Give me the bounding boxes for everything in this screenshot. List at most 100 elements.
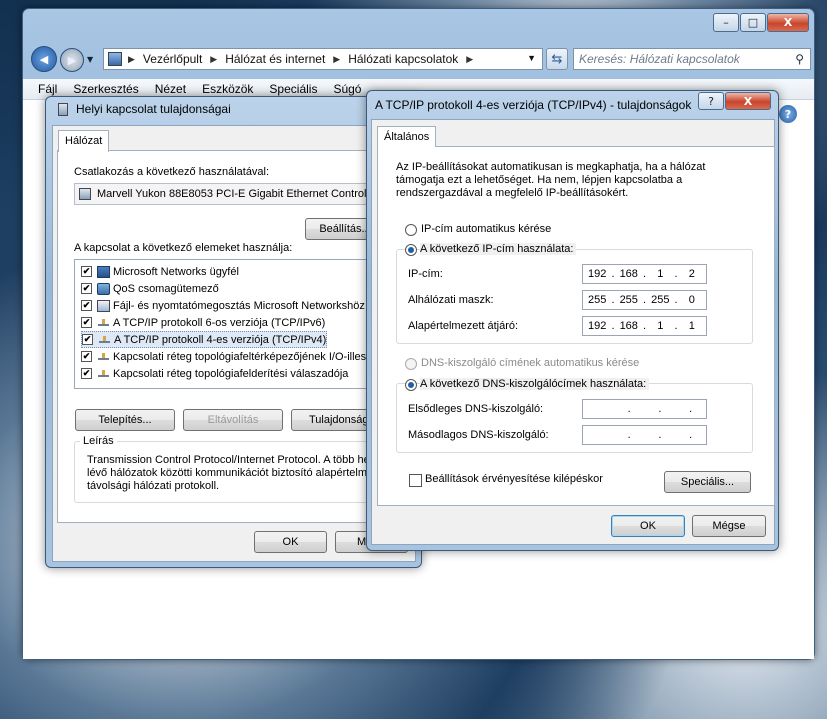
- search-icon[interactable]: ⚲: [795, 52, 804, 66]
- close-button[interactable]: X: [767, 13, 809, 32]
- intro-line: rendszergazdával a megfelelő IP-beállítá…: [396, 187, 629, 199]
- breadcrumb-separator-icon: ▶: [128, 53, 135, 64]
- recent-pages-chevron-icon[interactable]: ▼: [87, 55, 93, 64]
- help-icon[interactable]: ?: [779, 105, 797, 123]
- breadcrumb-separator-icon: ▶: [210, 53, 218, 64]
- ip-octet: 255: [651, 294, 670, 306]
- checkbox[interactable]: ✔: [81, 351, 92, 362]
- network-client-icon: [97, 265, 110, 278]
- help-button[interactable]: ?: [698, 92, 724, 110]
- menu-file[interactable]: Fájl: [38, 82, 57, 96]
- checkbox[interactable]: ✔: [81, 266, 92, 277]
- breadcrumb-separator-icon: ▶: [466, 53, 474, 64]
- tab-network[interactable]: Hálózat: [58, 130, 110, 152]
- cancel-button[interactable]: Mégse: [692, 515, 766, 537]
- control-panel-icon: [108, 52, 122, 66]
- ip-auto-label: IP-cím automatikus kérése: [421, 223, 552, 235]
- subnet-mask-field[interactable]: 255. 255. 255. 0: [582, 290, 707, 310]
- checkbox[interactable]: ✔: [81, 300, 92, 311]
- list-item[interactable]: ✔ Kapcsolati réteg topológiafelderítési v…: [81, 365, 348, 382]
- list-item[interactable]: ✔ Kapcsolati réteg topológiafeltérképezőj…: [81, 348, 372, 365]
- search-placeholder: Keresés: Hálózati kapcsolatok: [579, 52, 740, 66]
- menu-help[interactable]: Súgó: [333, 82, 361, 96]
- ip-octet: 2: [688, 268, 695, 280]
- dns-manual-label: A következő DNS-kiszolgálócímek használa…: [420, 378, 650, 390]
- checkbox[interactable]: ✔: [81, 283, 92, 294]
- ip-auto-radio[interactable]: [405, 224, 417, 236]
- ip-dot: .: [658, 429, 662, 441]
- ok-button[interactable]: OK: [611, 515, 685, 537]
- ip-octet: 192: [588, 268, 607, 280]
- breadcrumb-item[interactable]: Vezérlőpult: [143, 52, 202, 66]
- adapter-name: Marvell Yukon 88E8053 PCI-E Gigabit Ethe…: [97, 188, 369, 200]
- address-dropdown-icon[interactable]: ▼: [527, 53, 536, 63]
- ip-dot: .: [658, 403, 662, 415]
- adapter-box: Marvell Yukon 88E8053 PCI-E Gigabit Ethe…: [74, 183, 412, 205]
- gateway-label: Alapértelmezett átjáró:: [408, 320, 519, 332]
- address-bar[interactable]: ▶ Vezérlőpult ▶ Hálózat és internet ▶ Há…: [103, 48, 543, 70]
- install-button[interactable]: Telepítés...: [75, 409, 175, 431]
- ip-dot: .: [689, 403, 693, 415]
- description-line: Transmission Control Protocol/Internet P…: [87, 454, 378, 466]
- ip-address-label: IP-cím:: [408, 268, 443, 280]
- menu-view[interactable]: Nézet: [155, 82, 186, 96]
- search-input[interactable]: Keresés: Hálózati kapcsolatok ⚲: [573, 48, 811, 70]
- back-arrow-icon[interactable]: ◀: [31, 46, 57, 72]
- list-item-label: QoS csomagütemező: [113, 282, 219, 295]
- uninstall-button: Eltávolítás: [183, 409, 283, 431]
- validate-checkbox[interactable]: [409, 474, 422, 487]
- ip-dot: .: [627, 403, 631, 415]
- gateway-field[interactable]: 192. 168. 1. 1: [582, 316, 707, 336]
- advanced-button[interactable]: Speciális...: [664, 471, 751, 493]
- close-button[interactable]: X: [725, 92, 771, 110]
- list-item-label: Microsoft Networks ügyfél: [113, 265, 239, 278]
- tcpipv4-dialog: A TCP/IP protokoll 4-es verziója (TCP/IP…: [366, 90, 779, 551]
- minimize-button[interactable]: –: [713, 13, 739, 32]
- list-item-label: Kapcsolati réteg topológiafelderítési vá…: [113, 367, 349, 380]
- items-list: ✔ Microsoft Networks ügyfél ✔ QoS csomagüt…: [74, 259, 412, 389]
- forward-arrow-icon[interactable]: ▶: [60, 48, 84, 72]
- checkbox[interactable]: ✔: [82, 334, 93, 345]
- dns-auto-radio: [405, 358, 417, 370]
- ip-manual-radio[interactable]: [405, 244, 417, 256]
- checkbox[interactable]: ✔: [81, 317, 92, 328]
- breadcrumb-separator-icon: ▶: [333, 53, 341, 64]
- protocol-icon: [97, 351, 110, 363]
- dns-secondary-field[interactable]: ...: [582, 425, 707, 445]
- list-item[interactable]: ✔ QoS csomagütemező: [81, 280, 219, 297]
- protocol-icon: [97, 368, 110, 380]
- tab-general[interactable]: Általános: [377, 126, 437, 147]
- list-item-label: A TCP/IP protokoll 4-es verziója (TCP/IP…: [114, 333, 327, 346]
- menu-edit[interactable]: Szerkesztés: [73, 82, 138, 96]
- ip-address-field[interactable]: 192. 168. 1. 2: [582, 264, 707, 284]
- network-adapter-icon: [79, 188, 91, 200]
- list-item-selected[interactable]: ✔ A TCP/IP protokoll 4-es verziója (TCP/I…: [81, 331, 328, 348]
- ip-manual-label: A következő IP-cím használata:: [420, 243, 577, 255]
- ip-dot: .: [627, 429, 631, 441]
- dns-primary-label: Elsődleges DNS-kiszolgáló:: [408, 403, 544, 415]
- list-item-label: A TCP/IP protokoll 6-os verziója (TCP/IP…: [113, 316, 326, 329]
- breadcrumb-item[interactable]: Hálózat és internet: [225, 52, 325, 66]
- dialog-title: Helyi kapcsolat tulajdonságai: [76, 102, 231, 116]
- intro-line: támogatja ezt a lehetőséget. Ha nem, lép…: [396, 174, 683, 186]
- dns-primary-field[interactable]: ...: [582, 399, 707, 419]
- list-item[interactable]: ✔ Microsoft Networks ügyfél: [81, 263, 239, 280]
- list-item-label: Kapcsolati réteg topológiafeltérképezőjé…: [113, 350, 372, 363]
- checkbox[interactable]: ✔: [81, 368, 92, 379]
- description-label: Leírás: [80, 435, 117, 447]
- ip-octet: 1: [657, 268, 664, 280]
- ip-octet: 168: [619, 268, 638, 280]
- list-item[interactable]: ✔ A TCP/IP protokoll 6-os verziója (TCP/I…: [81, 314, 325, 331]
- ip-octet: 0: [688, 294, 695, 306]
- description-line: lévő hálózatok közötti kommunikációt biz…: [87, 467, 379, 479]
- menu-advanced[interactable]: Speciális: [269, 82, 317, 96]
- maximize-button[interactable]: □: [740, 13, 766, 32]
- subnet-mask-label: Alhálózati maszk:: [408, 294, 494, 306]
- refresh-icon[interactable]: ⇆: [546, 48, 568, 70]
- menu-tools[interactable]: Eszközök: [202, 82, 253, 96]
- ok-button[interactable]: OK: [254, 531, 327, 553]
- breadcrumb-item[interactable]: Hálózati kapcsolatok: [348, 52, 458, 66]
- dns-secondary-label: Másodlagos DNS-kiszolgáló:: [408, 429, 549, 441]
- list-item[interactable]: ✔ Fájl- és nyomtatómegosztás Microsoft Ne…: [81, 297, 365, 314]
- dns-manual-radio[interactable]: [405, 379, 417, 391]
